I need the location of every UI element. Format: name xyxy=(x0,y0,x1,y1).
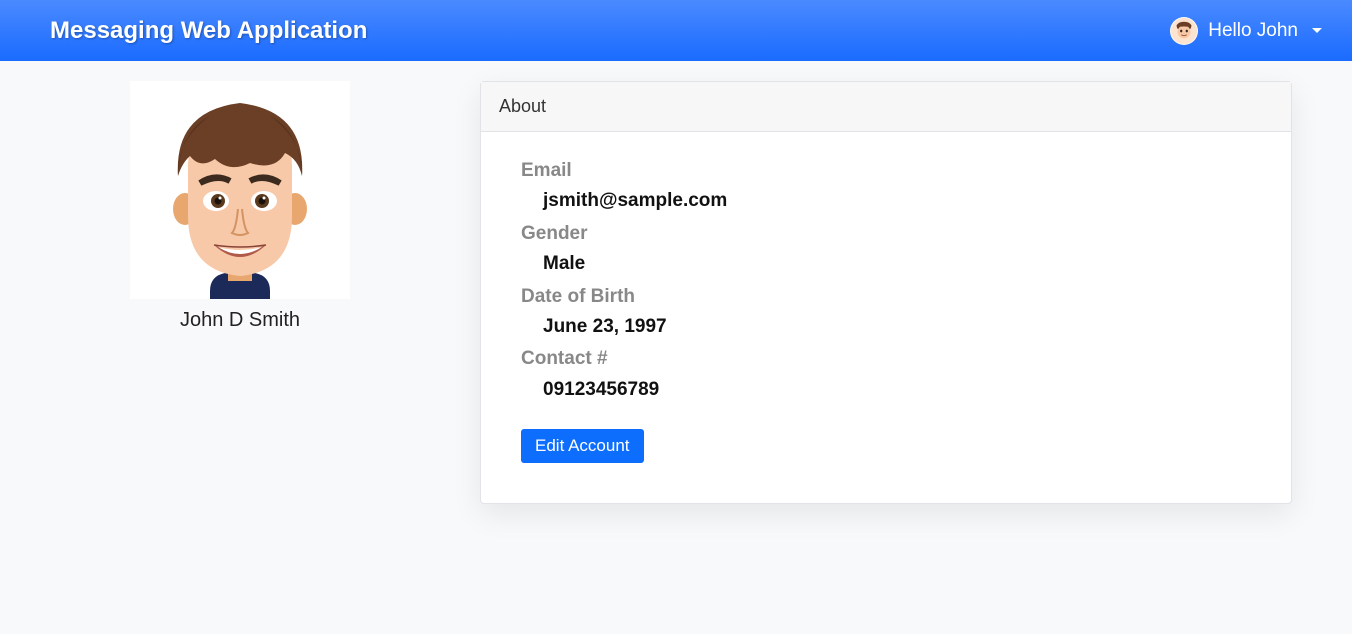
profile-picture xyxy=(130,81,350,299)
contact-label: Contact # xyxy=(521,344,1251,374)
user-menu-dropdown[interactable]: Hello John xyxy=(1170,17,1322,45)
email-label: Email xyxy=(521,156,1251,186)
profile-name: John D Smith xyxy=(180,309,300,332)
user-greeting: Hello John xyxy=(1208,20,1298,42)
edit-account-button[interactable]: Edit Account xyxy=(521,429,644,463)
chevron-down-icon xyxy=(1312,28,1322,33)
content: John D Smith About Email jsmith@sample.c… xyxy=(0,61,1352,524)
gender-value: Male xyxy=(521,249,1251,279)
email-value: jsmith@sample.com xyxy=(521,186,1251,216)
navbar: Messaging Web Application Hello John xyxy=(0,0,1352,61)
app-title: Messaging Web Application xyxy=(50,17,367,45)
contact-value: 09123456789 xyxy=(521,375,1251,405)
about-card: About Email jsmith@sample.com Gender Mal… xyxy=(480,81,1292,504)
about-card-body: Email jsmith@sample.com Gender Male Date… xyxy=(481,132,1291,503)
dob-label: Date of Birth xyxy=(521,282,1251,312)
dob-value: June 23, 1997 xyxy=(521,312,1251,342)
avatar-icon xyxy=(1170,17,1198,45)
gender-label: Gender xyxy=(521,219,1251,249)
profile-column: John D Smith xyxy=(60,81,420,332)
about-card-header: About xyxy=(481,82,1291,132)
